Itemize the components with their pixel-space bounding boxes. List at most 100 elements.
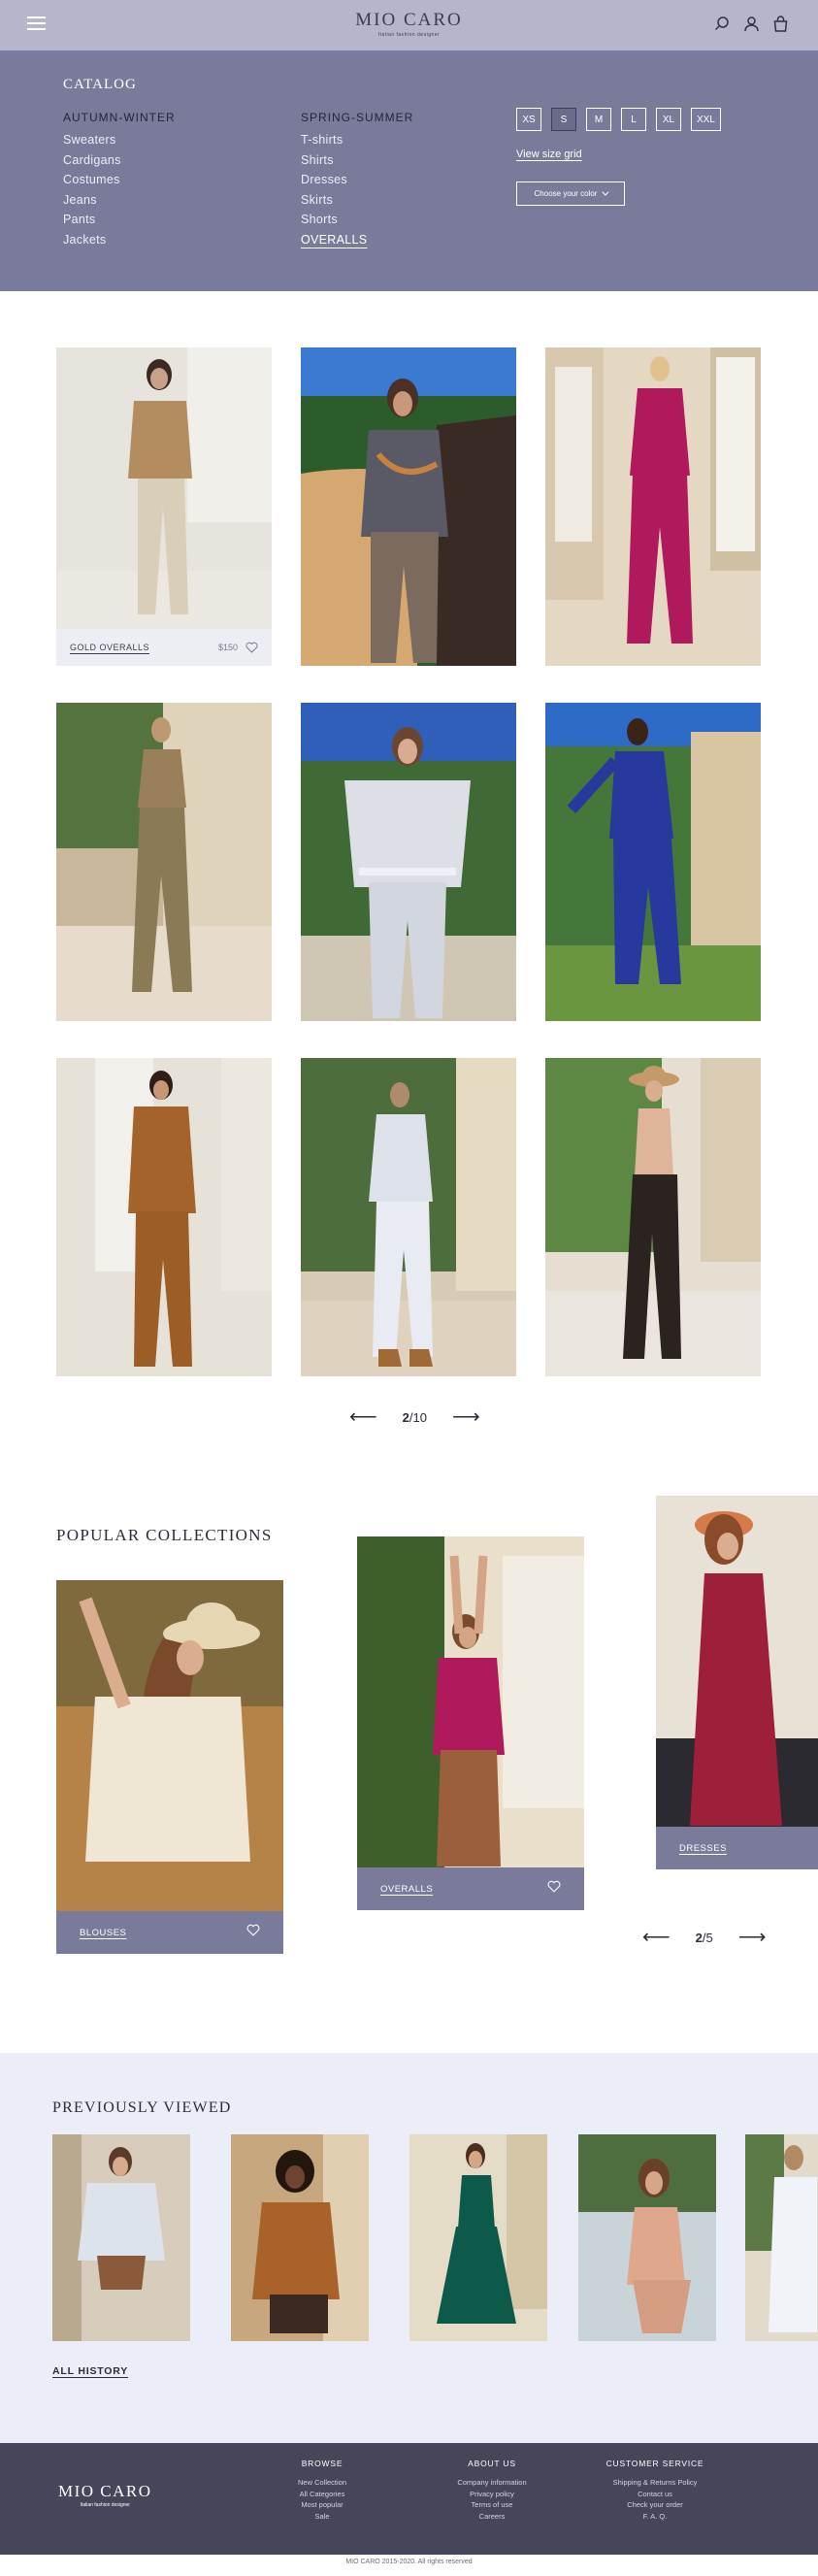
catalog-menu: CATALOG AUTUMN-WINTER Sweaters Cardigans… — [0, 50, 818, 291]
product-grid: GOLD OVERALLS $150 ⟵ 2/10 ⟶ — [0, 291, 818, 1466]
viewed-image — [409, 2134, 547, 2341]
footer-link-faq[interactable]: F. A. Q. — [582, 2511, 728, 2523]
popular-collections: POPULAR COLLECTIONS BLOUSES OVERALLS DRE… — [0, 1466, 818, 2053]
logo-tagline: Italian fashion designer — [377, 32, 441, 38]
catalog-link-dresses[interactable]: Dresses — [301, 170, 413, 190]
footer-browse: BROWSE New Collection All Categories Mos… — [249, 2459, 395, 2522]
previously-viewed: PREVIOUSLY VIEWED ALL HISTORY — [0, 2053, 818, 2443]
product-image — [545, 1058, 761, 1376]
product-image — [56, 703, 272, 1021]
footer-link-all-categories[interactable]: All Categories — [249, 2489, 395, 2500]
product-image — [545, 703, 761, 1021]
size-xxl[interactable]: XXL — [691, 108, 721, 131]
product-card[interactable] — [545, 1058, 761, 1376]
collection-bar: OVERALLS — [357, 1867, 584, 1910]
product-card[interactable] — [56, 703, 272, 1021]
heart-icon[interactable] — [246, 1924, 260, 1941]
collection-image — [56, 1580, 283, 1911]
footer-link-most-popular[interactable]: Most popular — [249, 2499, 395, 2511]
footer-link-sale[interactable]: Sale — [249, 2511, 395, 2523]
catalog-link-shorts[interactable]: Shorts — [301, 210, 413, 230]
catalog-link-shirts[interactable]: Shirts — [301, 150, 413, 171]
product-card[interactable] — [301, 703, 516, 1021]
current-page: 2 — [695, 1930, 703, 1945]
product-card[interactable] — [301, 347, 516, 666]
collections-pagination: ⟵ 2/5 ⟶ — [642, 1928, 766, 1947]
catalog-link-pants[interactable]: Pants — [63, 210, 176, 230]
spring-summer-column: SPRING-SUMMER T-shirts Shirts Dresses Sk… — [301, 111, 413, 249]
product-meta: GOLD OVERALLS $150 — [56, 629, 272, 666]
footer-link-privacy[interactable]: Privacy policy — [419, 2489, 565, 2500]
viewed-item[interactable] — [52, 2134, 190, 2341]
spring-summer-heading: SPRING-SUMMER — [301, 111, 414, 124]
footer-link-contact[interactable]: Contact us — [582, 2489, 728, 2500]
next-arrow-icon[interactable]: ⟶ — [738, 1928, 767, 1947]
viewed-item[interactable] — [578, 2134, 716, 2341]
collection-card-dresses[interactable]: DRESSES — [656, 1496, 818, 1869]
catalog-link-cardigans[interactable]: Cardigans — [63, 150, 176, 171]
catalog-link-tshirts[interactable]: T-shirts — [301, 130, 413, 150]
heart-icon[interactable] — [547, 1880, 561, 1898]
all-history-link[interactable]: ALL HISTORY — [52, 2365, 128, 2377]
site-logo[interactable]: MIO CARO Italian fashion designer — [0, 10, 818, 38]
product-card[interactable] — [301, 1058, 516, 1376]
viewed-image — [52, 2134, 190, 2341]
viewed-item[interactable] — [745, 2134, 818, 2341]
search-icon[interactable] — [714, 16, 731, 32]
total-pages: /5 — [702, 1930, 713, 1945]
size-m[interactable]: M — [586, 108, 611, 131]
size-filter: XS S M L XL XXL — [516, 108, 721, 131]
footer-link-terms[interactable]: Terms of use — [419, 2499, 565, 2511]
product-name[interactable]: GOLD OVERALLS — [70, 643, 149, 652]
product-image — [545, 347, 761, 666]
size-grid-link[interactable]: View size grid — [516, 149, 582, 160]
footer-link-company-info[interactable]: Company information — [419, 2477, 565, 2489]
footer-logo[interactable]: MIO CARO Italian fashion designer — [58, 2482, 152, 2508]
heart-icon[interactable] — [245, 642, 258, 653]
size-xs[interactable]: XS — [516, 108, 541, 131]
product-image — [56, 347, 272, 629]
product-card[interactable] — [545, 347, 761, 666]
footer-link-careers[interactable]: Careers — [419, 2511, 565, 2523]
collection-bar: DRESSES — [656, 1827, 818, 1869]
bag-icon[interactable] — [772, 16, 789, 32]
collection-label[interactable]: OVERALLS — [380, 1884, 433, 1895]
product-image — [301, 703, 516, 1021]
size-s[interactable]: S — [551, 108, 576, 131]
product-card[interactable] — [56, 1058, 272, 1376]
footer-service-heading: CUSTOMER SERVICE — [605, 2459, 704, 2468]
catalog-link-jackets[interactable]: Jackets — [63, 230, 176, 250]
footer-link-shipping[interactable]: Shipping & Returns Policy — [582, 2477, 728, 2489]
size-xl[interactable]: XL — [656, 108, 681, 131]
current-page: 2 — [402, 1409, 409, 1425]
prev-arrow-icon[interactable]: ⟵ — [642, 1928, 671, 1947]
footer-about-heading: ABOUT US — [468, 2459, 516, 2468]
collection-card-overalls[interactable]: OVERALLS — [357, 1536, 584, 1910]
footer-logo-name: MIO CARO — [58, 2482, 152, 2500]
product-pagination: ⟵ 2/10 ⟶ — [349, 1407, 480, 1427]
color-select[interactable]: Choose your color — [516, 182, 625, 206]
autumn-winter-column: AUTUMN-WINTER Sweaters Cardigans Costume… — [63, 111, 176, 249]
prev-arrow-icon[interactable]: ⟵ — [349, 1407, 377, 1427]
user-icon[interactable] — [743, 16, 760, 32]
catalog-link-jeans[interactable]: Jeans — [63, 190, 176, 211]
collection-label[interactable]: DRESSES — [679, 1843, 727, 1854]
footer-link-new-collection[interactable]: New Collection — [249, 2477, 395, 2489]
product-card[interactable]: GOLD OVERALLS $150 — [56, 347, 272, 666]
size-l[interactable]: L — [621, 108, 646, 131]
footer-link-check-order[interactable]: Check your order — [582, 2499, 728, 2511]
viewed-item[interactable] — [409, 2134, 547, 2341]
catalog-link-sweaters[interactable]: Sweaters — [63, 130, 176, 150]
collection-card-blouses[interactable]: BLOUSES — [56, 1580, 283, 1954]
page-indicator: 2/10 — [403, 1410, 427, 1425]
next-arrow-icon[interactable]: ⟶ — [452, 1407, 480, 1427]
popular-title: POPULAR COLLECTIONS — [56, 1526, 273, 1544]
catalog-link-skirts[interactable]: Skirts — [301, 190, 413, 211]
catalog-link-overalls[interactable]: OVERALLS — [301, 230, 413, 250]
collection-image — [656, 1496, 818, 1827]
viewed-item[interactable] — [231, 2134, 369, 2341]
product-image — [301, 347, 516, 666]
catalog-link-costumes[interactable]: Costumes — [63, 170, 176, 190]
product-card[interactable] — [545, 703, 761, 1021]
collection-label[interactable]: BLOUSES — [80, 1928, 126, 1938]
